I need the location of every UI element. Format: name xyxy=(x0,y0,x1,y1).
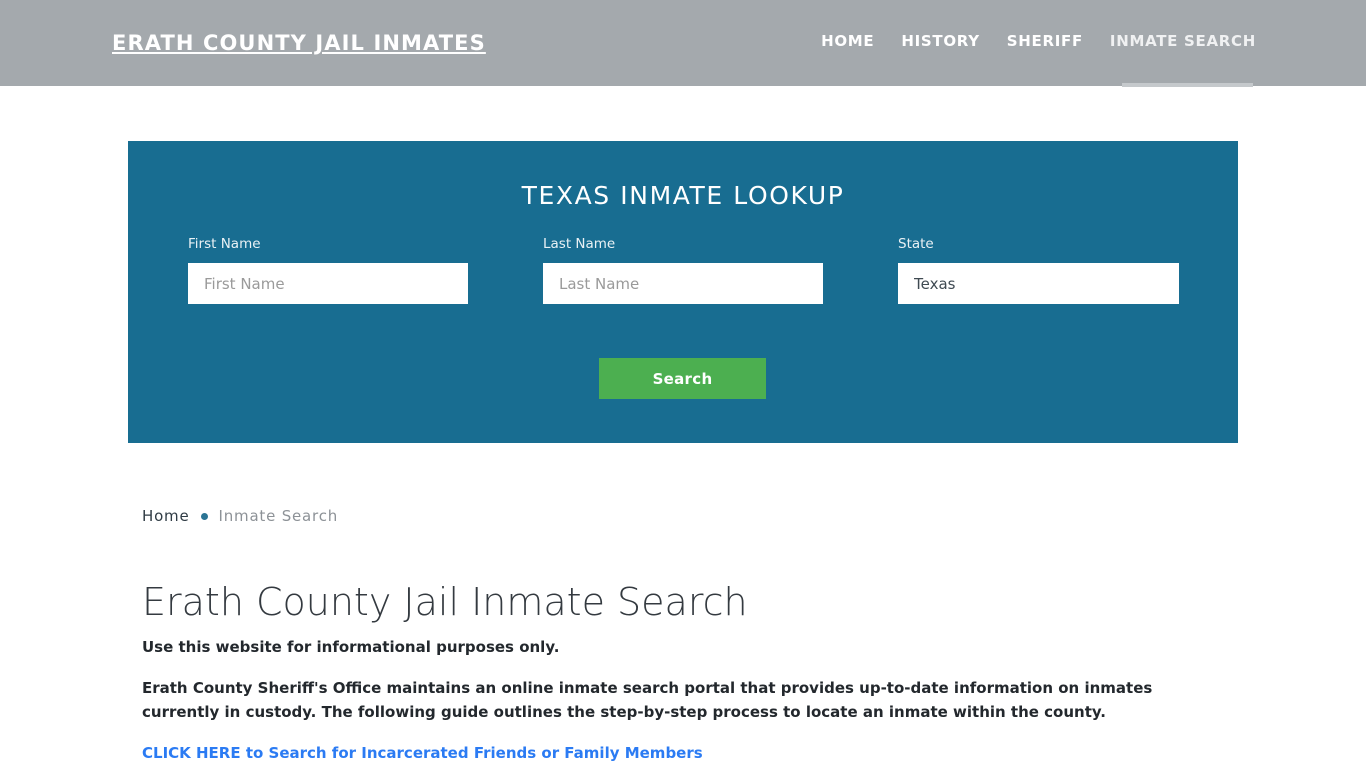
search-button[interactable]: Search xyxy=(599,358,766,399)
first-name-field-group: First Name xyxy=(188,236,468,304)
breadcrumb-item-current: Inmate Search xyxy=(218,507,339,525)
site-brand-logo[interactable]: ERATH COUNTY JAIL INMATES xyxy=(112,30,486,56)
breadcrumb-item-home[interactable]: Home xyxy=(142,506,190,527)
state-input[interactable] xyxy=(898,263,1179,304)
last-name-input[interactable] xyxy=(543,263,823,304)
breadcrumb: Home Inmate Search xyxy=(142,506,338,527)
nav-item-sheriff[interactable]: SHERIFF xyxy=(1007,31,1083,51)
lookup-panel-title: TEXAS INMATE LOOKUP xyxy=(521,181,845,210)
inmate-lookup-panel: TEXAS INMATE LOOKUP First Name Last Name… xyxy=(128,141,1238,443)
nav-item-inmate-search[interactable]: INMATE SEARCH xyxy=(1110,31,1256,51)
breadcrumb-separator-dot-icon xyxy=(200,513,208,520)
page-title: Erath County Jail Inmate Search xyxy=(142,580,748,624)
first-name-input[interactable] xyxy=(188,263,468,304)
first-name-label: First Name xyxy=(188,236,261,252)
lead-note: Use this website for informational purpo… xyxy=(142,638,560,656)
last-name-field-group: Last Name xyxy=(543,236,823,304)
nav-item-history[interactable]: HISTORY xyxy=(901,31,979,51)
last-name-label: Last Name xyxy=(543,236,616,252)
nav-active-indicator xyxy=(1122,83,1253,87)
state-label: State xyxy=(898,236,934,252)
state-field-group: State xyxy=(898,236,1179,304)
site-header: ERATH COUNTY JAIL INMATES HOME HISTORY S… xyxy=(0,0,1366,87)
body-paragraph: Erath County Sheriff's Office maintains … xyxy=(142,679,1153,721)
inmate-search-cta-link[interactable]: CLICK HERE to Search for Incarcerated Fr… xyxy=(142,742,703,764)
nav-item-home[interactable]: HOME xyxy=(821,31,874,51)
main-navigation: HOME HISTORY SHERIFF INMATE SEARCH xyxy=(821,31,1256,51)
